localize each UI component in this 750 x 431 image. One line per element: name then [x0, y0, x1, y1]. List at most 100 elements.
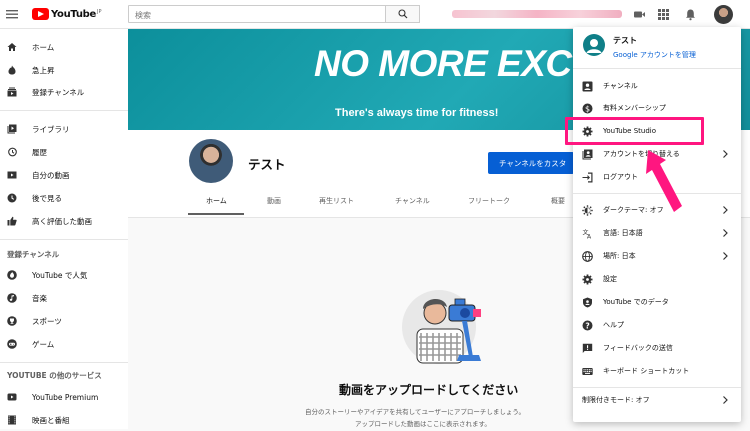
search-placeholder: 検索	[135, 11, 151, 20]
channel-avatar[interactable]	[189, 139, 233, 183]
channel-icon	[582, 81, 593, 91]
menu-item-your-data[interactable]: YouTube でのデータ	[573, 291, 741, 313]
sidebar-item-label: YouTube Premium	[32, 392, 99, 402]
sidebar-item-library[interactable]: ライブラリ	[0, 118, 128, 140]
sidebar-item-premium[interactable]: YouTube Premium	[0, 386, 128, 408]
popular-channel-icon	[7, 270, 17, 280]
sidebar-item-music[interactable]: 音楽	[0, 287, 128, 309]
menu-item-label: フィードバックの送信	[603, 344, 673, 352]
menu-item-channel[interactable]: チャンネル	[573, 75, 741, 97]
customize-channel-label: チャンネルをカスタ	[499, 158, 567, 168]
dollar-icon: $	[582, 103, 593, 113]
menu-item-label: 言語: 日本語	[603, 229, 643, 237]
svg-text:?: ?	[585, 321, 589, 330]
sidebar-item-label: ライブラリ	[32, 124, 70, 134]
create-video-icon[interactable]	[633, 8, 646, 21]
active-tab-indicator	[188, 213, 244, 215]
tab-playlists[interactable]: 再生リスト	[319, 196, 354, 206]
dark-theme-icon	[582, 204, 593, 216]
logout-icon	[582, 172, 593, 182]
pointer-arrow-icon	[638, 148, 688, 216]
menu-item-label: チャンネル	[603, 82, 638, 90]
svg-text:A: A	[587, 233, 592, 239]
studio-highlight-box	[565, 117, 704, 145]
sidebar-item-popular[interactable]: YouTube で人気	[0, 264, 128, 286]
upload-illustration	[399, 285, 494, 365]
menu-item-send-feedback[interactable]: フィードバックの送信	[573, 337, 741, 359]
sidebar-divider	[0, 110, 128, 111]
menu-item-label: 場所: 日本	[603, 252, 636, 260]
sidebar-item-gaming[interactable]: ゲーム	[0, 333, 128, 355]
clock-icon	[7, 193, 17, 203]
menu-item-label: ログアウト	[603, 173, 638, 181]
sidebar-item-history[interactable]: 履歴	[0, 141, 128, 163]
tab-videos[interactable]: 動画	[267, 196, 281, 206]
flame-icon	[8, 65, 16, 75]
music-icon	[7, 293, 17, 303]
tab-home[interactable]: ホーム	[206, 196, 227, 206]
history-icon	[8, 147, 17, 157]
chevron-right-icon	[723, 206, 728, 214]
shield-icon	[583, 297, 592, 307]
sidebar-divider	[0, 362, 128, 363]
globe-icon	[582, 250, 593, 262]
sidebar-item-label: 履歴	[32, 147, 47, 157]
svg-text:$: $	[585, 104, 590, 113]
customize-channel-button[interactable]: チャンネルをカスタ	[488, 152, 574, 174]
film-icon	[8, 415, 16, 425]
tab-discussion[interactable]: フリートーク	[468, 196, 510, 206]
chevron-right-icon	[723, 252, 728, 260]
tab-channels[interactable]: チャンネル	[395, 196, 430, 206]
sidebar-item-trending[interactable]: 急上昇	[0, 59, 128, 81]
search-button[interactable]	[385, 5, 420, 23]
sidebar-item-your-videos[interactable]: 自分の動画	[0, 164, 128, 186]
youtube-premium-icon	[7, 393, 17, 401]
menu-item-paid-memberships[interactable]: $ 有料メンバーシップ	[573, 97, 741, 119]
sidebar-item-watch-later[interactable]: 後で見る	[0, 187, 128, 209]
account-avatar[interactable]	[714, 5, 733, 24]
gear-icon	[582, 274, 593, 284]
apps-grid-icon[interactable]	[657, 8, 670, 21]
blurred-area	[452, 10, 622, 18]
menu-item-label: キーボード ショートカット	[603, 367, 690, 375]
top-bar: YouTube JP 検索	[0, 0, 750, 29]
library-icon	[7, 124, 17, 134]
help-icon: ?	[582, 320, 593, 330]
subscriptions-icon	[7, 87, 17, 97]
menu-item-location[interactable]: 場所: 日本	[573, 245, 741, 267]
sidebar-item-label: 急上昇	[32, 65, 55, 75]
menu-user-name: テスト	[613, 36, 637, 45]
youtube-logo[interactable]: YouTube JP	[32, 8, 102, 20]
sidebar-item-label: 登録チャンネル	[32, 87, 85, 97]
logo-region: JP	[97, 8, 102, 15]
sidebar-item-liked-videos[interactable]: 高く評価した動画	[0, 210, 128, 232]
menu-divider	[573, 387, 741, 388]
empty-state-note: アップロードした動画はここに表示されます。	[355, 420, 491, 428]
game-controller-icon	[7, 339, 17, 349]
menu-item-help[interactable]: ? ヘルプ	[573, 314, 741, 336]
youtube-play-icon	[32, 8, 49, 20]
menu-item-settings[interactable]: 設定	[573, 268, 741, 290]
sidebar-item-label: 高く評価した動画	[32, 216, 92, 226]
your-videos-icon	[7, 171, 17, 179]
tab-about[interactable]: 概要	[551, 196, 565, 206]
sidebar-item-sports[interactable]: スポーツ	[0, 310, 128, 332]
menu-item-keyboard-shortcuts[interactable]: キーボード ショートカット	[573, 360, 741, 382]
hamburger-menu-icon[interactable]	[5, 7, 19, 21]
sidebar-item-subscriptions[interactable]: 登録チャンネル	[0, 81, 128, 103]
sidebar-item-movies[interactable]: 映画と番組	[0, 409, 128, 431]
thumbs-up-icon	[7, 216, 17, 226]
notifications-bell-icon[interactable]	[684, 8, 697, 21]
menu-item-label: ヘルプ	[603, 321, 624, 329]
search-input[interactable]: 検索	[128, 5, 386, 23]
menu-item-language[interactable]: 文A 言語: 日本語	[573, 222, 741, 244]
sidebar-item-home[interactable]: ホーム	[0, 36, 128, 58]
sidebar-item-label: 後で見る	[32, 193, 62, 203]
manage-account-link[interactable]: Google アカウントを管理	[613, 50, 696, 60]
keyboard-icon	[582, 367, 593, 375]
chevron-right-icon	[723, 229, 728, 237]
menu-item-restricted-mode[interactable]: 制限付きモード: オフ	[573, 389, 741, 411]
sidebar-item-label: スポーツ	[32, 316, 62, 326]
menu-item-label: 制限付きモード: オフ	[582, 396, 650, 404]
sidebar-item-label: 音楽	[32, 293, 47, 303]
